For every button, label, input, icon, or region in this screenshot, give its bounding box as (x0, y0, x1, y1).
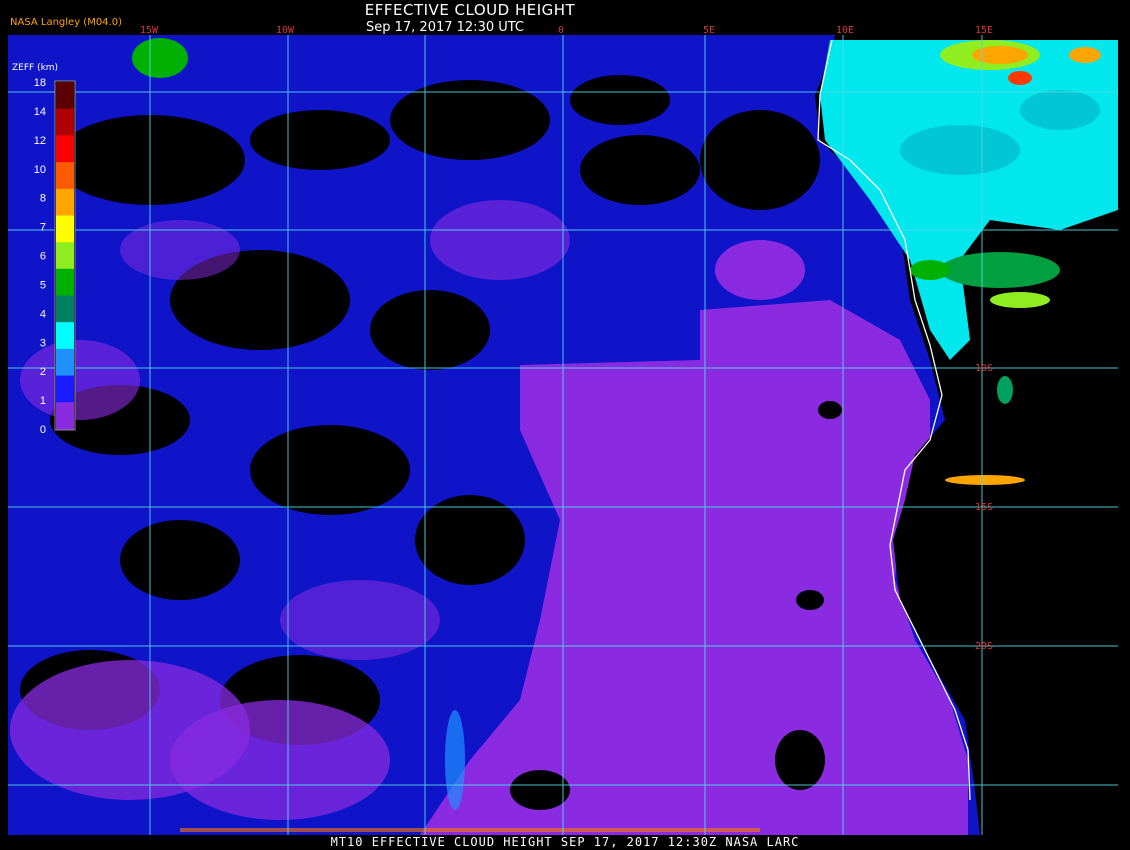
legend-tick-label: 18 (34, 77, 46, 89)
legend-band (56, 162, 74, 190)
legend-tick-label: 10 (34, 164, 46, 176)
lon-label-15e: 15E (975, 25, 993, 36)
legend-tick-label: 8 (40, 193, 46, 205)
legend-tick-label: 6 (40, 251, 46, 263)
legend-band (56, 322, 74, 350)
lat-label-20s: 20S (975, 641, 993, 652)
legend-band (56, 215, 74, 243)
legend-tick-label: 0 (40, 424, 46, 436)
legend-band (56, 188, 74, 216)
cloud-height-map: 15W 10W 0 5E 10E 15E 10S 15S 20S 1814121… (0, 0, 1130, 850)
legend-band (56, 82, 74, 110)
legend-band (56, 268, 74, 296)
footer-caption: MT10 EFFECTIVE CLOUD HEIGHT SEP 17, 2017… (330, 835, 800, 849)
legend-tick-label: 4 (40, 308, 46, 320)
credit-label: NASA Langley (M04.0) (10, 17, 122, 28)
legend-tick-label: 3 (40, 337, 46, 349)
legend-band (56, 295, 74, 323)
map-timestamp: Sep 17, 2017 12:30 UTC (365, 20, 525, 35)
legend-band (56, 402, 74, 430)
lat-label-10s: 10S (975, 363, 993, 374)
legend-tick-label: 12 (34, 135, 46, 147)
legend-band (56, 108, 74, 136)
lat-label-15s: 15S (975, 502, 993, 513)
legend-unit-label: ZEFF (km) (12, 63, 59, 73)
legend-band (56, 242, 74, 270)
legend-band (56, 348, 74, 377)
map-title: EFFECTIVE CLOUD HEIGHT (364, 1, 576, 19)
legend-tick-label: 7 (40, 222, 46, 234)
legend-tick-label: 5 (40, 279, 46, 291)
legend-tick-label: 1 (40, 395, 46, 407)
legend-band (56, 135, 74, 163)
legend-band (56, 375, 74, 403)
legend-tick-label: 14 (34, 106, 46, 118)
legend-tick-label: 2 (40, 366, 46, 378)
